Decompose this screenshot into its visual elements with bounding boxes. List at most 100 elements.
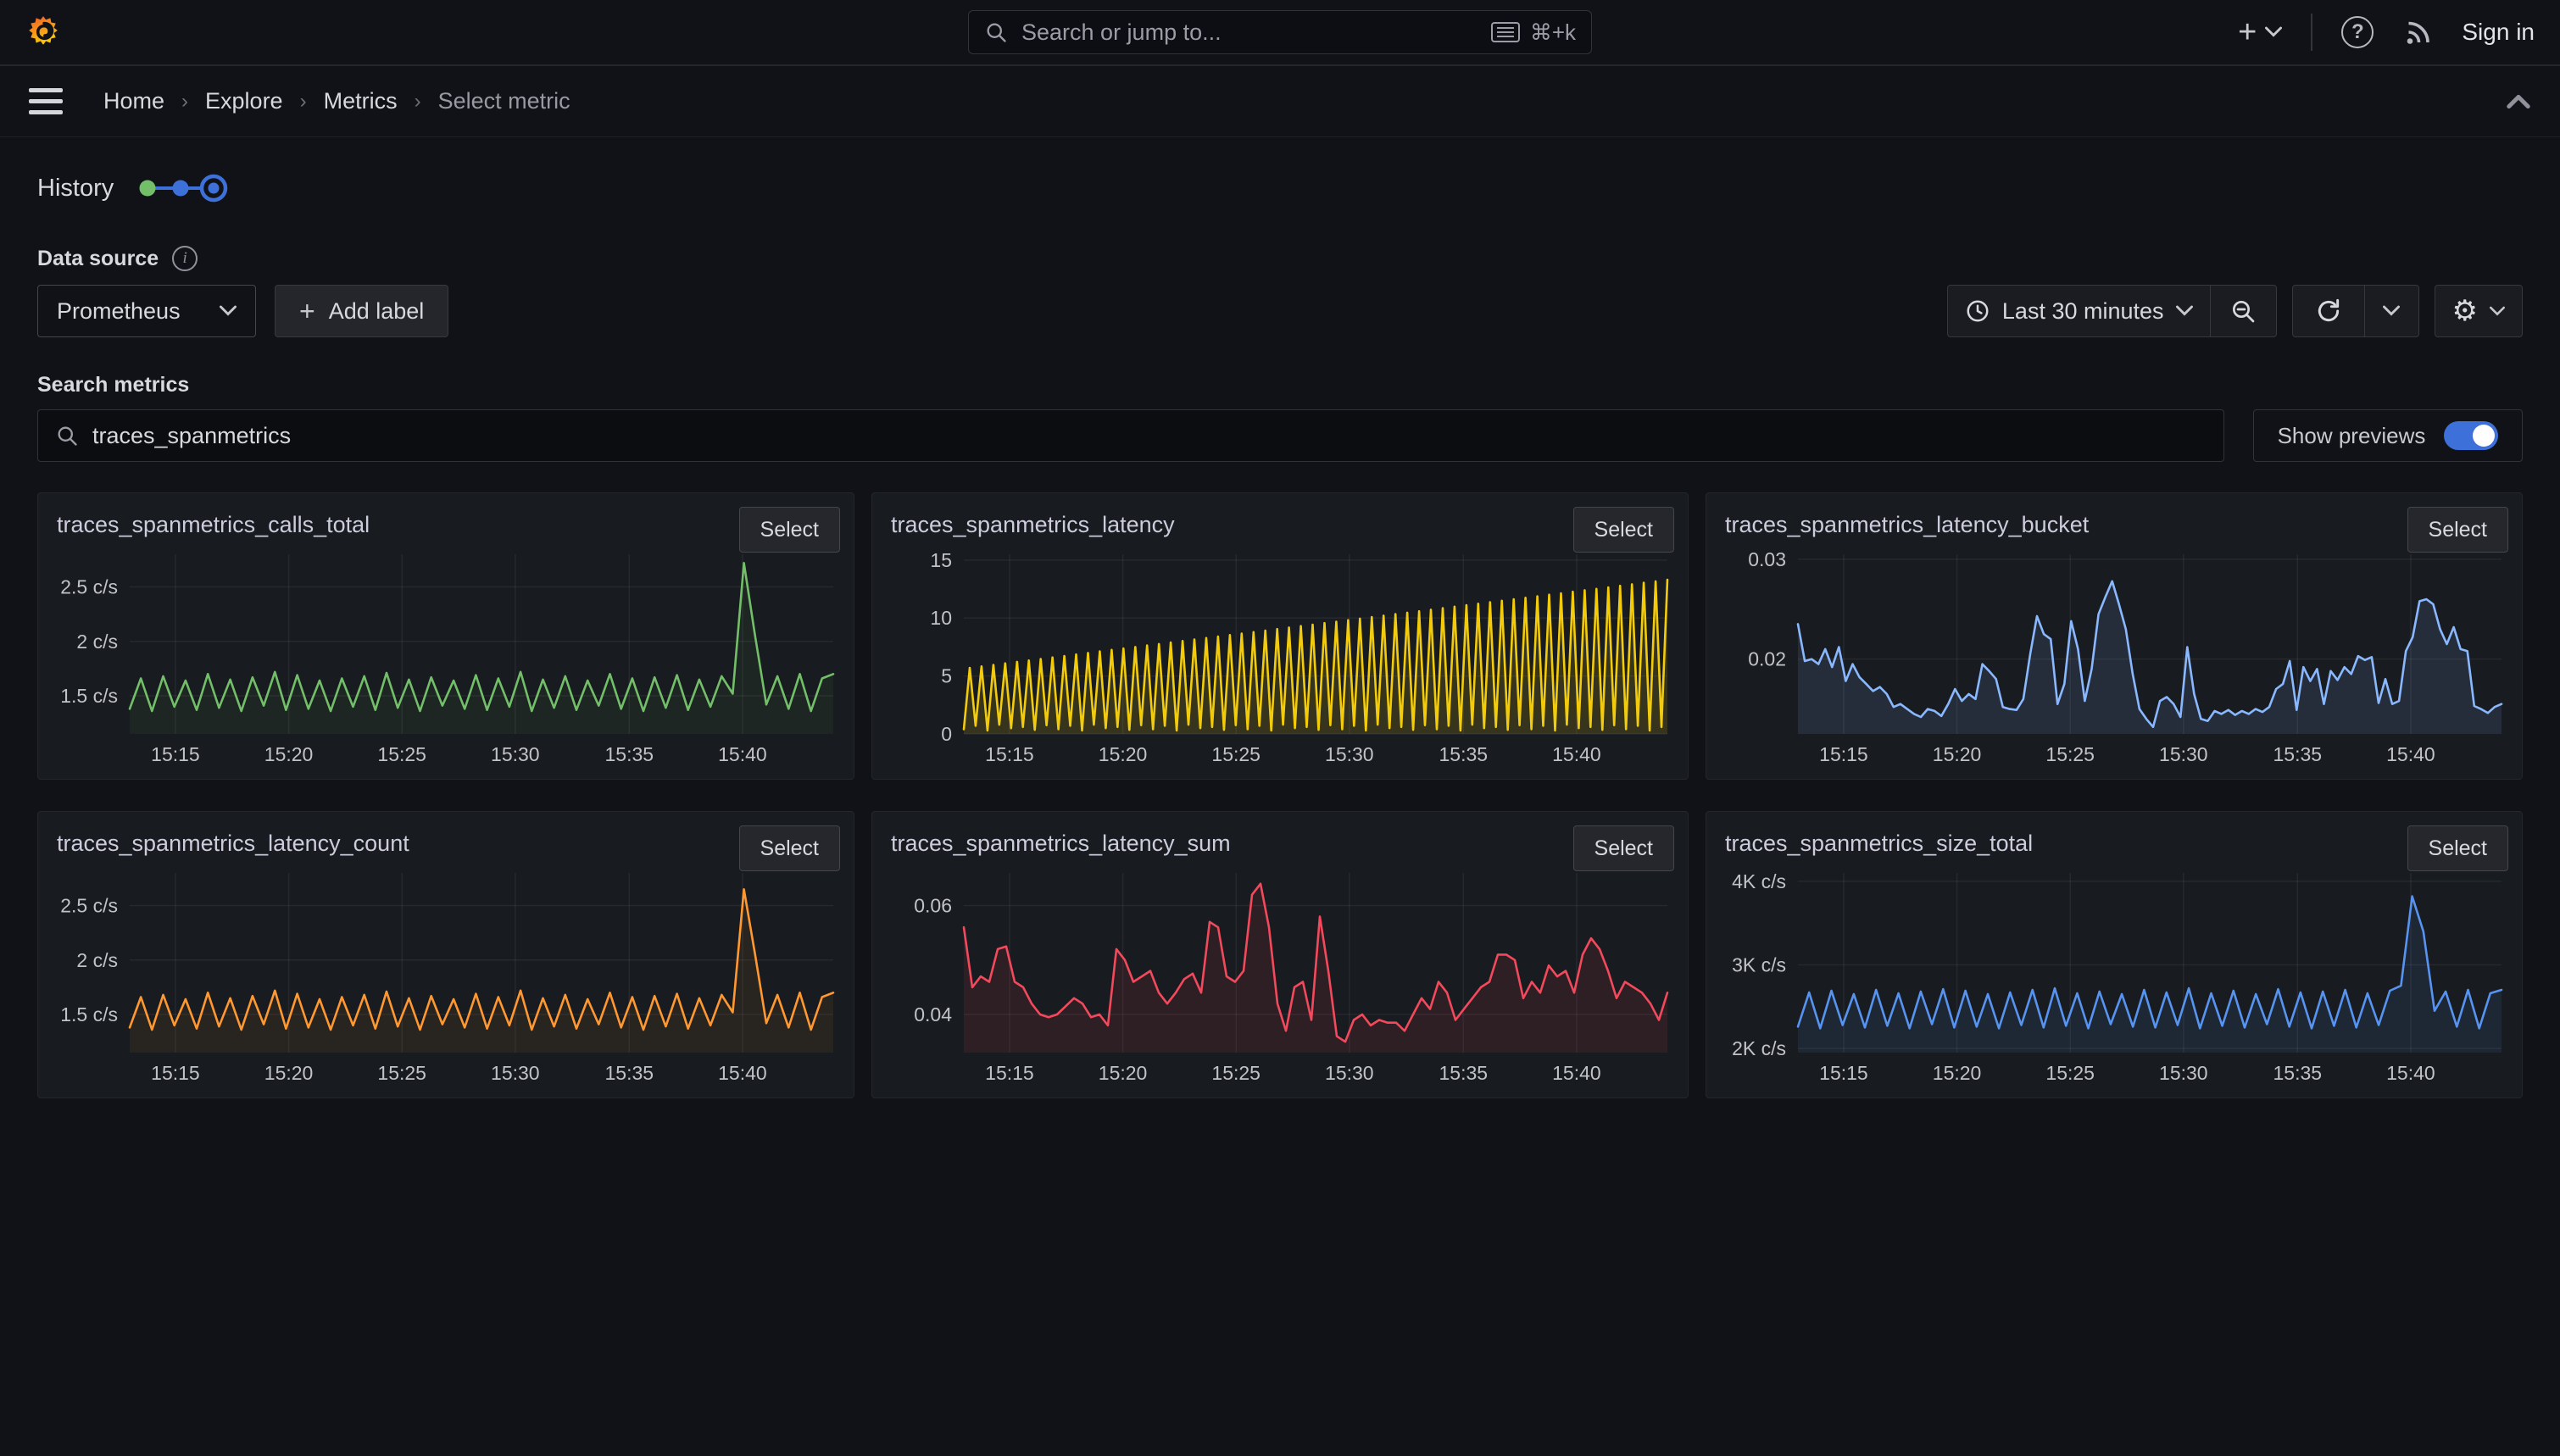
breadcrumb-separator: › xyxy=(300,90,307,114)
svg-text:15:40: 15:40 xyxy=(718,743,767,765)
preview-chart: 15:1515:2015:2515:3015:3515:401.5 c/s2 c… xyxy=(52,864,840,1091)
svg-text:4K c/s: 4K c/s xyxy=(1732,870,1786,892)
clock-icon xyxy=(1965,298,1990,324)
preview-chart: 15:15 15:20 15:25 15:30 15:35 15:40 2K c/s 3K c… xyxy=(1720,864,2508,1091)
svg-text:15:20: 15:20 xyxy=(264,1062,314,1084)
show-previews-toggle[interactable] xyxy=(2444,421,2498,450)
svg-text:2 c/s: 2 c/s xyxy=(76,631,118,653)
svg-text:15:20: 15:20 xyxy=(1099,1062,1148,1084)
svg-text:15:15: 15:15 xyxy=(151,1062,200,1084)
plus-icon: + xyxy=(299,297,315,325)
svg-text:15:15: 15:15 xyxy=(1819,1062,1868,1084)
grafana-logo[interactable] xyxy=(25,14,61,50)
svg-text:15:40: 15:40 xyxy=(2386,743,2435,765)
global-search-placeholder: Search or jump to... xyxy=(1021,19,1222,46)
search-metrics-value: traces_spanmetrics xyxy=(92,423,291,449)
keyboard-icon xyxy=(1491,22,1520,42)
svg-text:1.5 c/s: 1.5 c/s xyxy=(60,685,118,707)
breadcrumb-explore[interactable]: Explore xyxy=(205,88,283,114)
svg-text:15:40: 15:40 xyxy=(1552,1062,1601,1084)
datasource-select[interactable]: Prometheus xyxy=(37,285,256,337)
svg-text:10: 10 xyxy=(930,607,952,629)
show-previews-control: Show previews xyxy=(2253,409,2523,462)
svg-text:15:30: 15:30 xyxy=(2159,1062,2208,1084)
zoom-out-button[interactable] xyxy=(2211,285,2277,337)
time-range-button[interactable]: Last 30 minutes xyxy=(1947,285,2211,337)
refresh-interval-dropdown[interactable] xyxy=(2365,285,2419,337)
breadcrumb-separator: › xyxy=(415,90,421,114)
svg-text:15:20: 15:20 xyxy=(1099,743,1148,765)
chevron-down-icon xyxy=(2176,305,2193,317)
add-label-button[interactable]: + Add label xyxy=(275,285,448,337)
svg-text:15:40: 15:40 xyxy=(1552,743,1601,765)
svg-text:15:15: 15:15 xyxy=(985,1062,1034,1084)
svg-text:0: 0 xyxy=(941,723,952,745)
svg-text:0.02: 0.02 xyxy=(1748,648,1786,670)
plus-icon: + xyxy=(2238,16,2257,48)
news-rss-icon[interactable] xyxy=(2402,17,2433,47)
new-menu-button[interactable]: + xyxy=(2238,16,2282,48)
metric-preview-panel: traces_spanmetrics_size_total Select 15:… xyxy=(1706,811,2523,1098)
info-icon[interactable]: i xyxy=(172,246,198,271)
global-search[interactable]: Search or jump to... ⌘+k xyxy=(968,10,1592,54)
panel-title: traces_spanmetrics_latency xyxy=(886,507,1505,538)
chevron-down-icon xyxy=(220,305,237,317)
preview-chart: 15:1515:2015:2515:3015:3515:401.5 c/s2 c… xyxy=(52,546,840,772)
search-icon xyxy=(984,20,1008,44)
panels-grid: traces_spanmetrics_calls_total Select 15… xyxy=(37,492,2523,1098)
svg-text:3K c/s: 3K c/s xyxy=(1732,953,1786,975)
collapse-chevron-up-icon[interactable] xyxy=(2506,93,2531,110)
zoom-out-icon xyxy=(2229,297,2257,325)
panel-title: traces_spanmetrics_latency_count xyxy=(52,825,671,857)
svg-text:15:20: 15:20 xyxy=(1933,1062,1982,1084)
svg-text:5: 5 xyxy=(941,665,952,687)
panel-title: traces_spanmetrics_latency_sum xyxy=(886,825,1505,857)
svg-text:15:30: 15:30 xyxy=(491,1062,540,1084)
search-icon xyxy=(55,424,79,447)
metric-preview-panel: traces_spanmetrics_latency_count Select … xyxy=(37,811,854,1098)
svg-text:15:40: 15:40 xyxy=(2386,1062,2435,1084)
settings-button[interactable]: ⚙ xyxy=(2435,285,2523,337)
refresh-button[interactable] xyxy=(2292,285,2365,337)
metric-preview-panel: traces_spanmetrics_latency_sum Select 15… xyxy=(871,811,1689,1098)
svg-text:15:30: 15:30 xyxy=(2159,743,2208,765)
svg-text:15: 15 xyxy=(930,549,952,571)
search-metrics-input[interactable]: traces_spanmetrics xyxy=(37,409,2224,462)
svg-text:15:20: 15:20 xyxy=(1933,743,1982,765)
panel-title: traces_spanmetrics_latency_bucket xyxy=(1720,507,2339,538)
metric-preview-panel: traces_spanmetrics_calls_total Select 15… xyxy=(37,492,854,780)
breadcrumb-home[interactable]: Home xyxy=(103,88,164,114)
svg-text:15:40: 15:40 xyxy=(718,1062,767,1084)
sign-in-button[interactable]: Sign in xyxy=(2462,19,2535,46)
history-dot-mid xyxy=(173,181,189,197)
menu-toggle-icon[interactable] xyxy=(29,88,63,114)
svg-text:0.06: 0.06 xyxy=(914,895,952,917)
svg-text:15:25: 15:25 xyxy=(377,1062,426,1084)
refresh-group xyxy=(2292,285,2419,337)
svg-text:15:25: 15:25 xyxy=(2045,1062,2095,1084)
svg-text:15:25: 15:25 xyxy=(377,743,426,765)
breadcrumb: Home › Explore › Metrics › Select metric xyxy=(103,88,570,114)
svg-text:15:25: 15:25 xyxy=(1211,1062,1261,1084)
svg-text:15:15: 15:15 xyxy=(1819,743,1868,765)
svg-text:2K c/s: 2K c/s xyxy=(1732,1037,1786,1059)
preview-chart: 15:1515:2015:2515:3015:3515:400.020.03 xyxy=(1720,546,2508,772)
datasource-label: Data source xyxy=(37,247,159,271)
panel-title: traces_spanmetrics_calls_total xyxy=(52,507,671,538)
svg-text:15:15: 15:15 xyxy=(985,743,1034,765)
svg-text:15:35: 15:35 xyxy=(2273,1062,2323,1084)
time-picker-group: Last 30 minutes xyxy=(1947,285,2277,337)
svg-text:2.5 c/s: 2.5 c/s xyxy=(60,576,118,598)
breadcrumb-metrics[interactable]: Metrics xyxy=(324,88,398,114)
refresh-icon xyxy=(2315,297,2342,325)
svg-text:15:20: 15:20 xyxy=(264,743,314,765)
search-metrics-label: Search metrics xyxy=(37,373,189,397)
chevron-down-icon xyxy=(2490,306,2505,317)
breadcrumb-bar: Home › Explore › Metrics › Select metric xyxy=(0,66,2560,137)
svg-text:0.03: 0.03 xyxy=(1748,548,1786,570)
help-icon[interactable]: ? xyxy=(2341,16,2374,48)
main-content: History Data source i Prometheus + Add l… xyxy=(0,169,2560,1098)
history-timeline[interactable] xyxy=(136,169,229,207)
breadcrumb-current: Select metric xyxy=(438,88,570,114)
search-shortcut: ⌘+k xyxy=(1491,19,1576,46)
